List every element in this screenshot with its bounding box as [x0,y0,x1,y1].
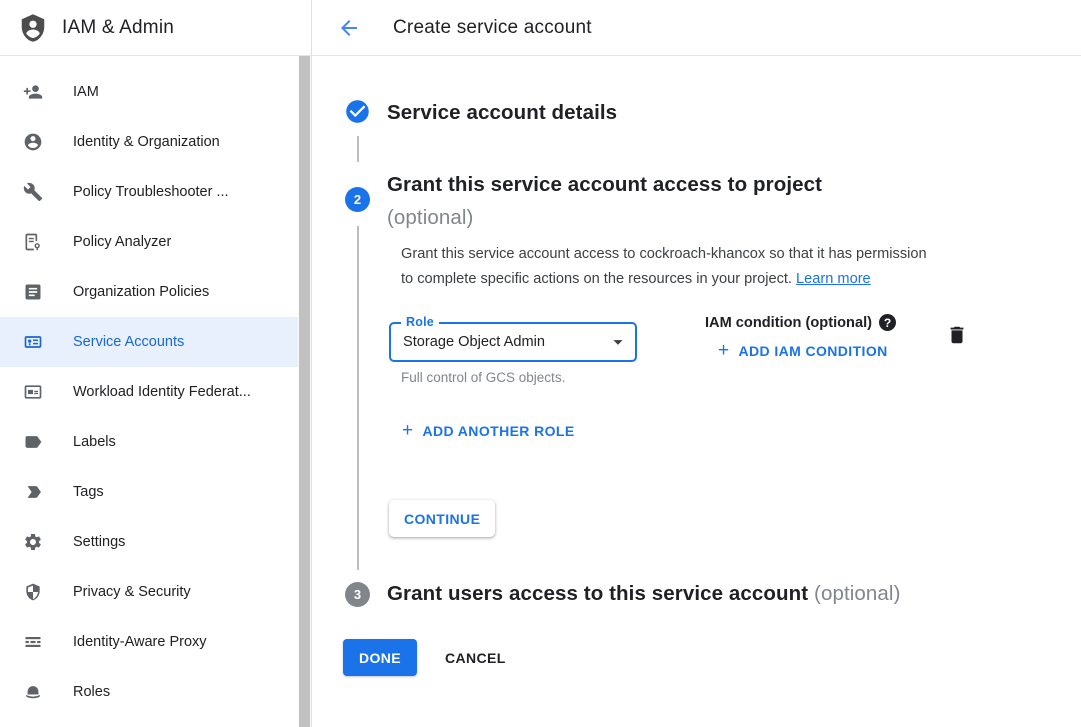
page-title: Create service account [393,17,592,39]
page-header: Create service account [312,0,592,56]
plus-icon: + [718,342,730,360]
sidebar-item-label: Identity & Organization [73,134,220,150]
step2-number: 2 [354,192,361,207]
step2-title: Grant this service account access to pro… [387,168,822,201]
delete-role-trash-icon[interactable] [946,324,968,346]
sidebar-item-label: Policy Analyzer [73,234,171,250]
back-arrow-icon[interactable] [337,16,361,40]
sidebar-item-labels[interactable]: Labels [0,417,298,467]
service-account-badge-icon [23,332,43,352]
add-another-role-label: ADD ANOTHER ROLE [423,423,575,439]
step2-optional-label: (optional) [387,201,822,234]
add-iam-condition-label: ADD IAM CONDITION [739,343,888,359]
label-tag-icon [23,432,43,452]
step2-description: Grant this service account access to coc… [401,242,927,293]
step2-number-badge: 2 [345,187,370,212]
shield-half-icon [23,582,43,602]
sidebar-nav: IAM Identity & Organization Policy Troub… [0,56,298,727]
sidebar-divider [311,0,312,727]
create-service-account-form: Service account details 2 Grant this ser… [312,56,1081,727]
sidebar-item-label: Tags [73,484,104,500]
document-gear-icon [23,232,43,252]
learn-more-link[interactable]: Learn more [796,271,871,287]
step3-heading: Grant users access to this service accou… [387,581,901,607]
top-header-bar: IAM & Admin Create service account [0,0,1081,56]
sidebar-scrollbar-thumb[interactable] [299,56,310,727]
role-select[interactable]: Role Storage Object Admin [389,322,637,362]
step2-heading: Grant this service account access to pro… [387,168,822,234]
iam-shield-person-icon [18,13,48,43]
sidebar-item-identity-organization[interactable]: Identity & Organization [0,117,298,167]
sidebar-item-service-accounts[interactable]: Service Accounts [0,317,298,367]
product-title: IAM & Admin [62,17,174,39]
sidebar-item-organization-policies[interactable]: Organization Policies [0,267,298,317]
add-iam-condition-button[interactable]: + ADD IAM CONDITION [718,342,888,360]
sidebar-scrollbar-track [298,56,311,727]
person-add-icon [23,82,43,102]
step3-title: Grant users access to this service accou… [387,582,808,605]
done-button[interactable]: DONE [343,639,417,676]
sidebar-item-iam[interactable]: IAM [0,67,298,117]
dropdown-arrow-icon [607,331,629,353]
document-lines-icon [23,282,43,302]
product-brand: IAM & Admin [18,0,174,56]
person-circle-icon [23,132,43,152]
sidebar-item-label: Service Accounts [73,334,184,350]
sidebar-item-identity-aware-proxy[interactable]: Identity-Aware Proxy [0,617,298,667]
continue-button[interactable]: CONTINUE [389,500,495,537]
step2-description-line2: to complete specific actions on the reso… [401,267,927,292]
sidebar-item-label: Workload Identity Federat... [73,384,251,400]
sidebar-item-settings[interactable]: Settings [0,517,298,567]
sidebar-item-label: IAM [73,84,99,100]
step1-check-circle-icon [344,98,371,125]
sidebar-item-label: Settings [73,534,125,550]
step3-number: 3 [354,587,361,602]
step3-optional-label: (optional) [814,582,900,605]
wrench-icon [23,182,43,202]
gear-icon [23,532,43,552]
iam-condition-label: IAM condition (optional) [705,315,872,331]
sidebar-item-policy-troubleshooter[interactable]: Policy Troubleshooter ... [0,167,298,217]
sidebar-item-policy-analyzer[interactable]: Policy Analyzer [0,217,298,267]
sidebar-item-label: Privacy & Security [73,584,191,600]
role-helper-text: Full control of GCS objects. [401,370,565,385]
role-selected-value: Storage Object Admin [403,324,545,360]
tag-arrow-icon [23,482,43,502]
sidebar-item-label: Organization Policies [73,284,209,300]
sidebar-item-label: Identity-Aware Proxy [73,634,207,650]
striped-square-icon [23,632,43,652]
step2-description-line1: Grant this service account access to coc… [401,242,927,267]
hat-icon [23,682,43,702]
sidebar-item-roles[interactable]: Roles [0,667,298,717]
sidebar-item-label: Labels [73,434,116,450]
step-connector [357,226,359,570]
sidebar-item-label: Roles [73,684,110,700]
sidebar-item-tags[interactable]: Tags [0,467,298,517]
sidebar-item-workload-identity-federation[interactable]: Workload Identity Federat... [0,367,298,417]
step-connector [357,136,359,162]
step3-number-badge: 3 [345,582,370,607]
help-icon[interactable]: ? [879,314,896,331]
iam-condition-section: IAM condition (optional) ? + ADD IAM CON… [705,314,896,360]
cancel-button[interactable]: CANCEL [429,639,522,676]
sidebar-item-label: Policy Troubleshooter ... [73,184,229,200]
sidebar-item-privacy-security[interactable]: Privacy & Security [0,567,298,617]
id-card-icon [23,382,43,402]
add-another-role-button[interactable]: + ADD ANOTHER ROLE [402,422,575,440]
step1-title: Service account details [387,100,617,126]
plus-icon: + [402,422,414,440]
